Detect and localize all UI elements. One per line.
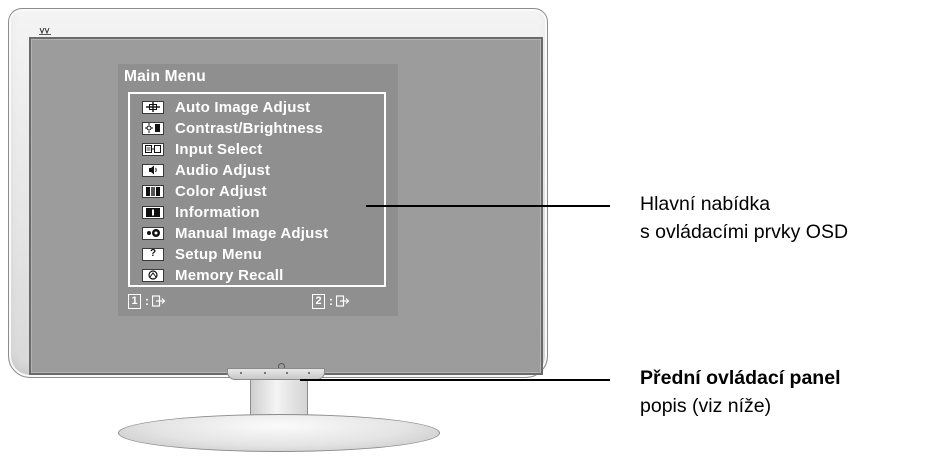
osd-item-audio-adjust[interactable]: Audio Adjust	[142, 160, 270, 180]
osd-item-setup-menu[interactable]: ? Setup Menu	[142, 244, 262, 264]
brand-logo-icon	[39, 27, 51, 35]
memory-recall-icon	[142, 268, 164, 282]
main-menu-callout: Hlavní nabídka s ovládacími prvky OSD	[640, 190, 848, 246]
osd-item-label: Auto Image Adjust	[175, 98, 311, 116]
front-panel-callout-line2: popis (viz níže)	[640, 395, 772, 417]
osd-item-label: Setup Menu	[175, 245, 262, 263]
monitor-stand-base	[118, 414, 440, 452]
osd-item-label: Input Select	[175, 140, 263, 158]
osd-item-input-select[interactable]: Input Select	[142, 139, 262, 159]
osd-item-label: Audio Adjust	[175, 161, 271, 179]
osd-item-label: Memory Recall	[175, 266, 284, 284]
question-icon: ?	[142, 247, 164, 261]
panel-button-1[interactable]	[240, 372, 242, 374]
osd-footer-key-1: 1 :	[128, 292, 166, 310]
osd-item-contrast-brightness[interactable]: Contrast/Brightness	[142, 118, 323, 138]
osd-item-information[interactable]: Information	[142, 202, 260, 222]
main-menu-leader-line	[366, 205, 610, 207]
osd-item-label: Color Adjust	[175, 182, 267, 200]
front-panel-callout: Přední ovládací panel popis (viz níže)	[640, 364, 840, 420]
panel-button-2[interactable]	[264, 372, 266, 374]
panel-button-4[interactable]	[308, 372, 310, 374]
front-panel-callout-line1: Přední ovládací panel	[640, 367, 841, 389]
manual-adjust-icon	[142, 226, 164, 240]
input-select-icon	[142, 142, 164, 156]
color-bars-icon	[142, 184, 164, 198]
osd-item-memory-recall[interactable]: Memory Recall	[142, 265, 283, 285]
front-panel-leader-line	[300, 379, 610, 381]
speaker-icon	[142, 163, 164, 177]
enter-icon	[336, 295, 350, 307]
osd-title: Main Menu	[124, 68, 206, 85]
main-menu-callout-line1: Hlavní nabídka	[640, 193, 771, 215]
osd-item-manual-image-adjust[interactable]: Manual Image Adjust	[142, 223, 328, 243]
osd-main-menu: Main Menu Auto Image Adjust Contrast/Bri…	[118, 64, 398, 316]
key-2-box: 2	[312, 293, 325, 309]
key-1-box: 1	[128, 293, 141, 309]
osd-menu-list: Auto Image Adjust Contrast/Brightness In…	[128, 92, 386, 287]
main-menu-callout-line2: s ovládacími prvky OSD	[640, 221, 849, 243]
key-2-separator: :	[329, 294, 333, 308]
key-1-separator: :	[145, 294, 149, 308]
monitor-stand-neck	[250, 380, 308, 416]
crosshair-icon	[142, 100, 164, 114]
osd-item-auto-image-adjust[interactable]: Auto Image Adjust	[142, 97, 310, 117]
osd-item-label: Manual Image Adjust	[175, 224, 329, 242]
exit-icon	[152, 295, 166, 307]
osd-item-color-adjust[interactable]: Color Adjust	[142, 181, 267, 201]
contrast-brightness-icon	[142, 121, 164, 135]
osd-item-label: Contrast/Brightness	[175, 119, 323, 137]
osd-footer-key-2: 2 :	[312, 292, 350, 310]
panel-button-3[interactable]	[286, 372, 288, 374]
osd-item-label: Information	[175, 203, 260, 221]
info-icon	[142, 205, 164, 219]
